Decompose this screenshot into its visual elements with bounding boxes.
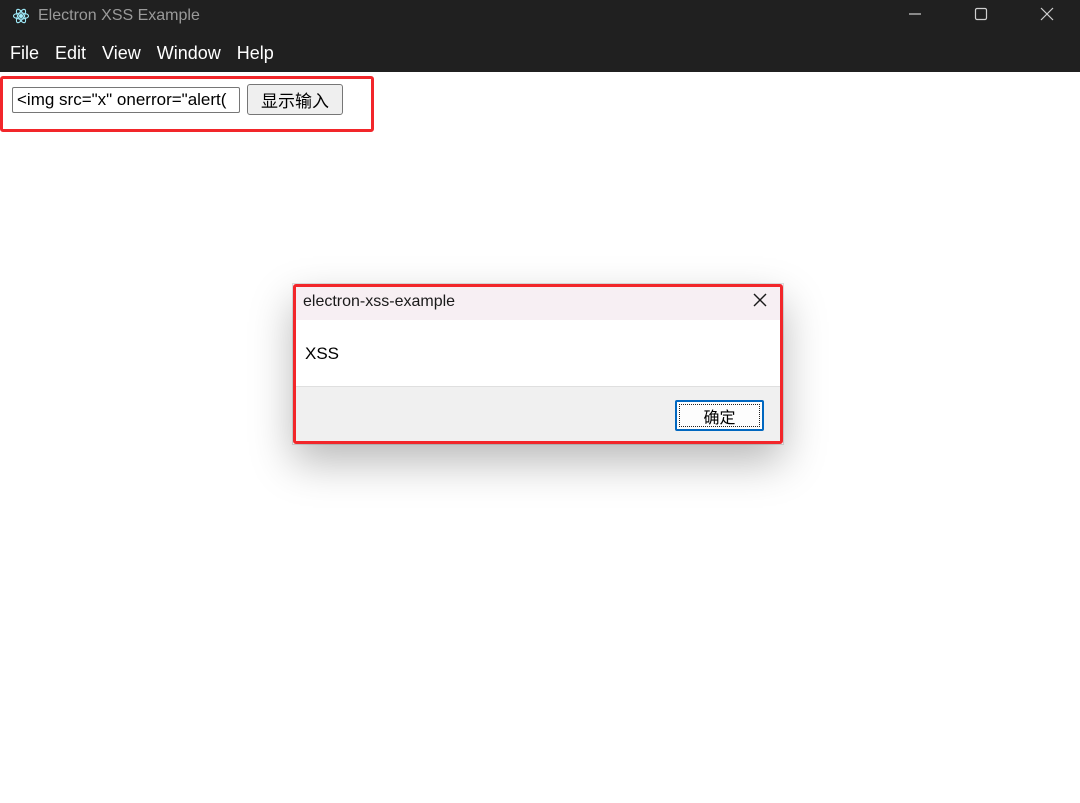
minimize-button[interactable] [882,0,948,32]
menu-edit[interactable]: Edit [47,32,94,72]
close-window-button[interactable] [1014,0,1080,32]
alert-dialog: electron-xss-example XSS 确定 [293,284,783,444]
close-icon [1040,7,1054,26]
menu-help[interactable]: Help [229,32,282,72]
maximize-icon [974,7,988,26]
maximize-button[interactable] [948,0,1014,32]
highlight-box-input [0,76,374,132]
close-icon [752,292,768,313]
menu-view[interactable]: View [94,32,149,72]
menu-window[interactable]: Window [149,32,229,72]
dialog-body: XSS [293,320,783,386]
dialog-message: XSS [305,344,340,363]
dialog-close-button[interactable] [749,291,771,313]
dialog-title: electron-xss-example [303,293,456,310]
dialog-title-bar[interactable]: electron-xss-example [293,284,783,320]
menu-bar: File Edit View Window Help [0,32,1080,72]
app-window: Electron XSS Example File Edit View Wind… [0,0,1080,803]
electron-icon [12,7,30,25]
dialog-footer: 确定 [293,386,783,444]
ok-button[interactable]: 确定 [675,400,764,431]
window-title: Electron XSS Example [38,7,200,24]
window-controls [882,0,1080,32]
title-bar[interactable]: Electron XSS Example [0,0,1080,32]
minimize-icon [908,7,922,26]
menu-file[interactable]: File [0,32,47,72]
